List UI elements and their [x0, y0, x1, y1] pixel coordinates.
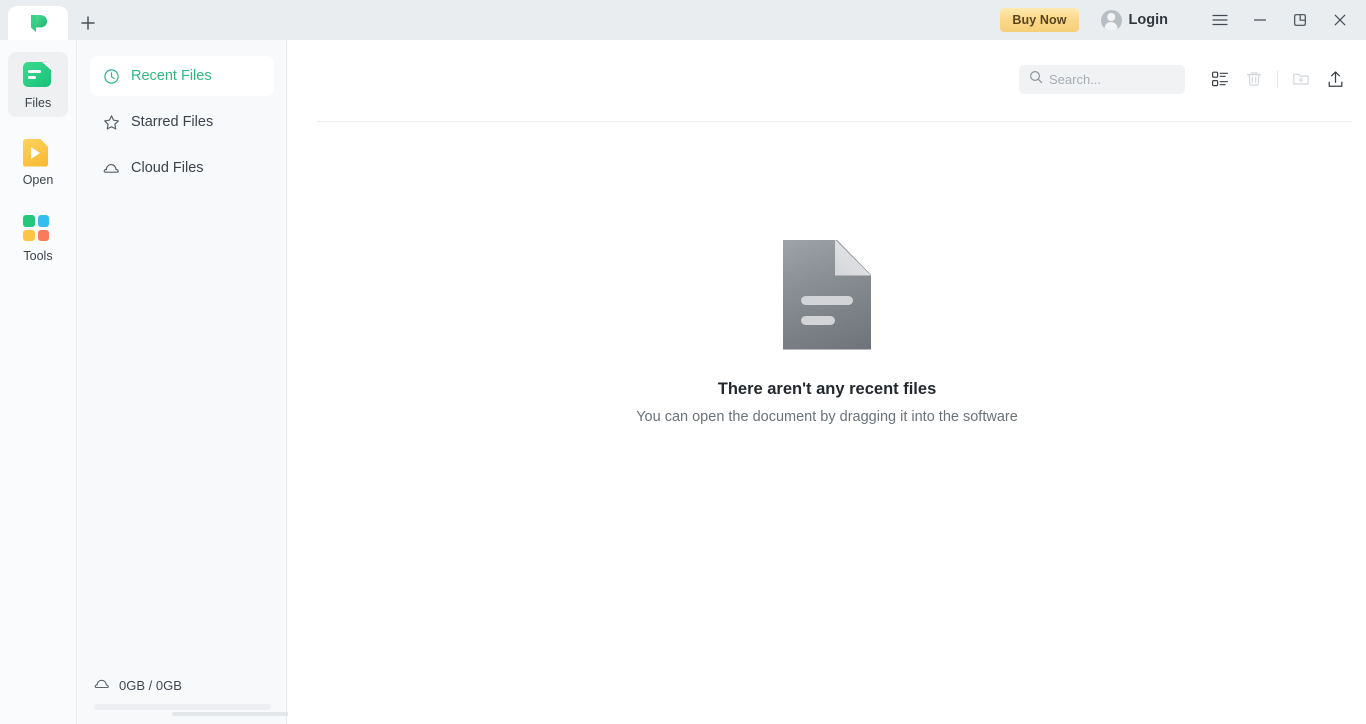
storage-progress-bar — [94, 704, 271, 710]
star-icon — [102, 113, 120, 131]
restore-window-icon — [1291, 11, 1309, 29]
sidebar-item-starred-files-label: Starred Files — [131, 114, 214, 130]
title-bar: Buy Now Login — [0, 0, 1366, 40]
close-button[interactable] — [1320, 0, 1360, 40]
tab-active[interactable] — [8, 6, 68, 40]
cloud-icon — [94, 676, 110, 695]
tab-strip — [0, 0, 108, 40]
app-window: Buy Now Login Files Open Tools Recent Fi… — [0, 0, 1366, 724]
sidebar-item-cloud-files[interactable]: Cloud Files — [90, 148, 274, 188]
rail-item-tools[interactable]: Tools — [8, 205, 68, 270]
rail-item-files-label: Files — [24, 96, 52, 110]
buy-now-button[interactable]: Buy Now — [1000, 8, 1079, 32]
nav-panel: Recent Files Starred Files Cloud Files 0… — [78, 40, 350, 724]
empty-state-subtitle: You can open the document by dragging it… — [636, 408, 1018, 425]
storage-label: 0GB / 0GB — [119, 678, 182, 693]
open-file-icon — [23, 138, 53, 167]
close-icon — [1331, 11, 1349, 29]
main-content: There aren't any recent files You can op… — [288, 40, 1366, 724]
titlebar-right-cluster: Buy Now Login — [1000, 0, 1366, 40]
sidebar-item-recent-files-label: Recent Files — [131, 68, 212, 84]
sidebar-item-recent-files[interactable]: Recent Files — [90, 56, 274, 96]
login-button[interactable]: Login — [1100, 9, 1168, 31]
rail-item-open-label: Open — [22, 172, 54, 187]
empty-state: There aren't any recent files You can op… — [288, 40, 1366, 724]
left-rail: Files Open Tools — [0, 40, 77, 724]
storage-indicator: 0GB / 0GB — [78, 676, 287, 724]
document-placeholder-icon — [783, 239, 871, 350]
rail-item-open[interactable]: Open — [8, 129, 68, 194]
sidebar-item-cloud-files-label: Cloud Files — [131, 160, 204, 176]
login-label: Login — [1128, 12, 1168, 28]
rail-item-tools-label: Tools — [23, 249, 53, 263]
plus-icon — [80, 15, 96, 31]
cloud-icon — [102, 159, 120, 177]
empty-state-title: There aren't any recent files — [717, 379, 937, 398]
clock-icon — [102, 67, 120, 85]
minimize-icon — [1251, 11, 1269, 29]
user-avatar-icon — [1100, 9, 1122, 31]
minimize-button[interactable] — [1240, 0, 1280, 40]
files-icon — [23, 62, 53, 90]
rail-item-files[interactable]: Files — [8, 52, 68, 117]
sidebar-item-starred-files[interactable]: Starred Files — [90, 102, 274, 142]
restore-button[interactable] — [1280, 0, 1320, 40]
menu-button[interactable] — [1200, 0, 1240, 40]
hamburger-menu-icon — [1211, 11, 1229, 29]
new-tab-button[interactable] — [68, 6, 108, 40]
tools-grid-icon — [23, 215, 53, 243]
app-logo-icon — [27, 12, 49, 34]
